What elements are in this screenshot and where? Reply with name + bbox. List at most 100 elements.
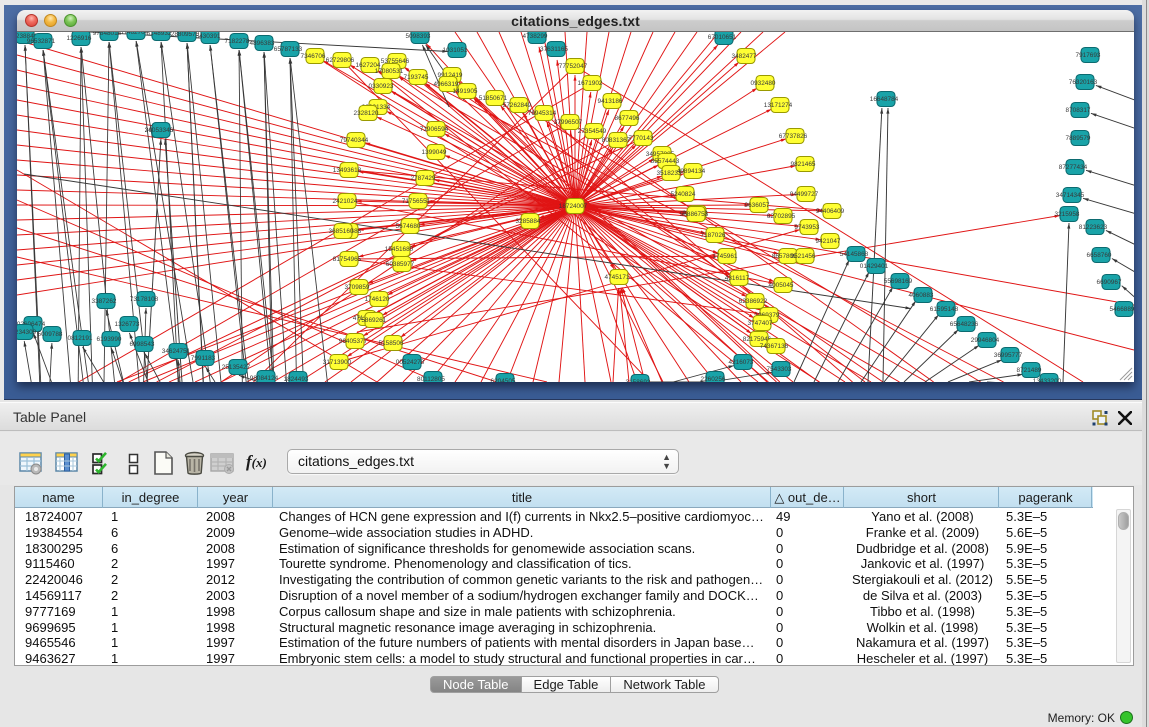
svg-text:7917693: 7917693 — [1076, 52, 1101, 59]
svg-text:9636057: 9636057 — [745, 202, 770, 209]
svg-text:7991183: 7991183 — [191, 355, 216, 362]
svg-text:36995777: 36995777 — [994, 352, 1023, 359]
svg-text:13171274: 13171274 — [764, 102, 793, 109]
svg-text:4216073: 4216073 — [729, 359, 754, 366]
svg-text:0330923: 0330923 — [369, 83, 394, 90]
svg-text:4745171: 4745171 — [605, 274, 630, 281]
svg-text:3685160: 3685160 — [329, 228, 354, 235]
svg-text:67737826: 67737826 — [779, 133, 808, 140]
svg-text:3482477: 3482477 — [732, 53, 757, 60]
svg-text:62386922: 62386922 — [739, 298, 768, 305]
svg-text:13493618: 13493618 — [333, 167, 362, 174]
svg-text:1491905: 1491905 — [453, 88, 478, 95]
svg-text:16648784: 16648784 — [870, 96, 899, 103]
svg-text:5240824: 5240824 — [671, 191, 696, 198]
svg-text:62702895: 62702895 — [767, 213, 796, 220]
svg-text:85574443: 85574443 — [651, 158, 680, 165]
svg-text:76320163: 76320163 — [1069, 79, 1098, 86]
svg-text:73178108: 73178108 — [130, 296, 159, 303]
svg-text:5158506: 5158506 — [379, 340, 404, 347]
svg-text:80112805: 80112805 — [417, 376, 445, 382]
svg-text:4060883: 4060883 — [909, 292, 934, 299]
svg-text:94406409: 94406409 — [816, 208, 845, 215]
svg-text:37631165: 37631165 — [540, 46, 568, 53]
svg-text:2421024: 2421024 — [333, 198, 358, 205]
svg-text:25135427: 25135427 — [222, 364, 251, 371]
svg-text:9413186: 9413186 — [598, 98, 623, 105]
svg-text:5098393: 5098393 — [406, 33, 431, 40]
svg-text:2260256: 2260256 — [701, 376, 726, 382]
svg-text:55886753: 55886753 — [680, 211, 709, 218]
svg-text:7193745: 7193745 — [404, 74, 429, 81]
svg-text:29946804: 29946804 — [971, 337, 1000, 344]
svg-text:54145868: 54145868 — [840, 251, 869, 258]
svg-text:5466889: 5466889 — [1110, 306, 1134, 313]
svg-text:17080531: 17080531 — [375, 68, 404, 75]
svg-text:6658760: 6658760 — [1087, 252, 1112, 259]
svg-text:75869261: 75869261 — [358, 317, 387, 324]
svg-text:98084124: 98084124 — [250, 375, 279, 382]
svg-text:3215958: 3215958 — [1055, 211, 1080, 218]
svg-text:3747407: 3747407 — [748, 320, 773, 327]
svg-text:49894134: 49894134 — [677, 168, 706, 175]
svg-text:01429401: 01429401 — [860, 263, 889, 270]
svg-text:31713900: 31713900 — [323, 359, 352, 366]
svg-text:0812191: 0812191 — [68, 335, 93, 342]
svg-text:80831367: 80831367 — [602, 137, 631, 144]
svg-text:57262849: 57262849 — [503, 102, 532, 109]
svg-text:79740344: 79740344 — [340, 137, 369, 144]
svg-text:77752047: 77752047 — [559, 63, 588, 70]
svg-text:65648236: 65648236 — [950, 321, 979, 328]
svg-text:4966319: 4966319 — [434, 81, 459, 88]
svg-text:4316117: 4316117 — [725, 275, 750, 282]
svg-text:1745961: 1745961 — [713, 253, 738, 260]
svg-text:6204505: 6204505 — [491, 378, 516, 382]
svg-text:74367136: 74367136 — [760, 343, 789, 350]
svg-text:1671902: 1671902 — [578, 80, 603, 87]
svg-text:81223623: 81223623 — [1079, 224, 1108, 231]
svg-text:96405377: 96405377 — [339, 338, 368, 345]
svg-text:55698169: 55698169 — [884, 278, 913, 285]
svg-text:65787133: 65787133 — [274, 46, 303, 53]
svg-text:6998543: 6998543 — [130, 341, 155, 348]
svg-text:34714345: 34714345 — [1056, 192, 1085, 199]
svg-text:76945314: 76945314 — [528, 110, 557, 117]
svg-text:60385977: 60385977 — [386, 261, 415, 268]
svg-text:96532871: 96532871 — [27, 38, 56, 45]
svg-text:18724007: 18724007 — [559, 203, 588, 210]
svg-text:1746120: 1746120 — [365, 296, 390, 303]
svg-text:27354549: 27354549 — [578, 128, 607, 135]
svg-text:6690967: 6690967 — [1097, 279, 1122, 286]
svg-text:9821465: 9821465 — [791, 161, 816, 168]
svg-text:4896383: 4896383 — [250, 40, 275, 47]
svg-text:1031051: 1031051 — [443, 47, 468, 54]
svg-text:1824493: 1824493 — [284, 376, 309, 382]
svg-text:71906594: 71906594 — [420, 126, 449, 133]
svg-text:97848018: 97848018 — [93, 32, 122, 37]
svg-text:04499727: 04499727 — [790, 191, 819, 198]
svg-text:8148932: 8148932 — [147, 32, 172, 37]
svg-text:81754965: 81754965 — [333, 256, 362, 263]
svg-text:87277434: 87277434 — [1059, 164, 1088, 171]
svg-text:8708317: 8708317 — [1066, 107, 1091, 114]
svg-text:5009788: 5009788 — [38, 331, 63, 338]
svg-text:6193990: 6193990 — [97, 336, 122, 343]
svg-text:7889579: 7889579 — [1066, 135, 1091, 142]
svg-text:3285884: 3285884 — [516, 218, 541, 225]
svg-text:62729806: 62729806 — [326, 57, 355, 64]
svg-text:2328120: 2328120 — [354, 110, 379, 117]
svg-text:13433200: 13433200 — [1033, 378, 1062, 382]
svg-text:00524278: 00524278 — [396, 359, 425, 366]
svg-text:9521456: 9521456 — [791, 253, 816, 260]
svg-text:0932480: 0932480 — [751, 80, 776, 87]
svg-text:71756551: 71756551 — [402, 198, 431, 205]
svg-text:15451680: 15451680 — [385, 246, 414, 253]
svg-text:8677496: 8677496 — [615, 115, 640, 122]
svg-text:3387262: 3387262 — [92, 298, 117, 305]
svg-text:5674680: 5674680 — [396, 223, 421, 230]
svg-text:9421047: 9421047 — [816, 238, 841, 245]
svg-text:51462704: 51462704 — [120, 32, 149, 36]
svg-text:1226916: 1226916 — [67, 35, 92, 42]
svg-text:26053346: 26053346 — [145, 127, 174, 134]
svg-text:7543303: 7543303 — [767, 366, 792, 373]
